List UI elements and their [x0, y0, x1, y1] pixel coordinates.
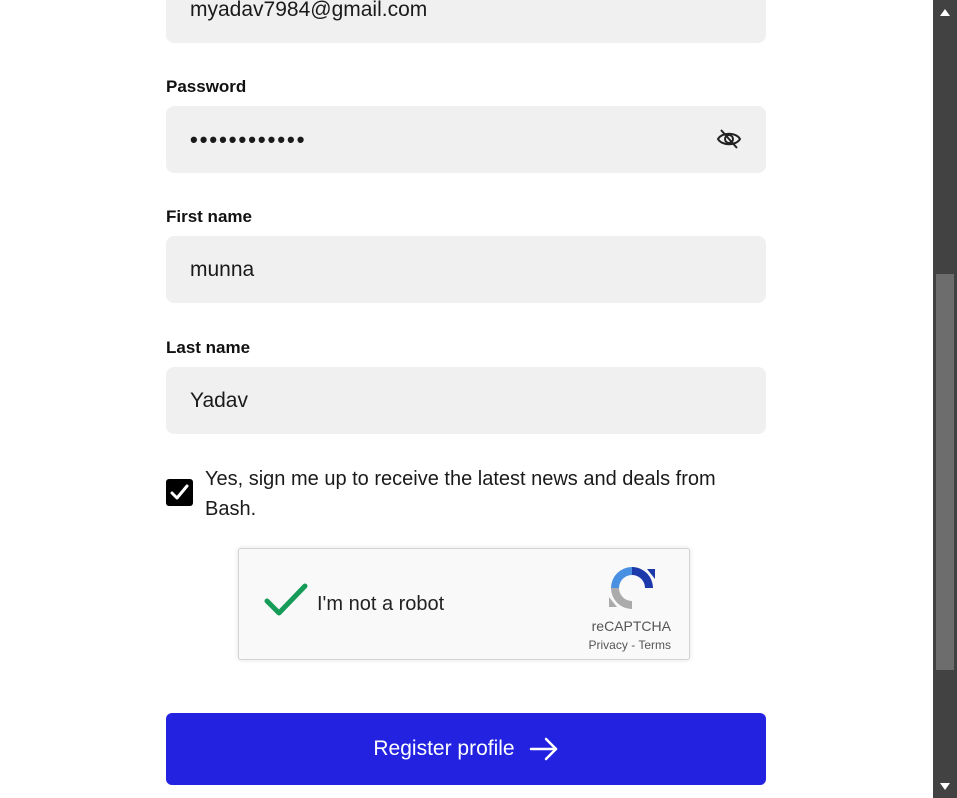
recaptcha-brand: reCAPTCHA [591, 618, 671, 634]
eye-off-icon[interactable] [716, 126, 742, 152]
email-value: myadav7984@gmail.com [190, 0, 428, 21]
newsletter-row: Yes, sign me up to receive the latest ne… [166, 464, 766, 524]
scroll-up-icon[interactable] [933, 4, 957, 20]
page: myadav7984@gmail.com Password ••••••••••… [0, 0, 957, 798]
recaptcha-widget[interactable]: I'm not a robot reCAPTCHA Privacy - Term… [238, 548, 690, 660]
recaptcha-terms-link[interactable]: Terms [638, 638, 671, 652]
newsletter-label: Yes, sign me up to receive the latest ne… [205, 468, 716, 520]
register-profile-button[interactable]: Register profile [166, 713, 766, 785]
scroll-down-icon[interactable] [933, 778, 957, 794]
recaptcha-links: Privacy - Terms [589, 638, 671, 652]
register-profile-label: Register profile [373, 737, 515, 760]
password-field[interactable]: •••••••••••• [166, 106, 766, 173]
checkmark-icon [170, 484, 189, 500]
recaptcha-privacy-link[interactable]: Privacy [589, 638, 628, 652]
email-field[interactable]: myadav7984@gmail.com [166, 0, 766, 43]
first-name-field[interactable]: munna [166, 236, 766, 303]
recaptcha-check-icon[interactable] [263, 583, 309, 619]
newsletter-checkbox[interactable] [166, 479, 193, 506]
password-value: •••••••••••• [190, 126, 307, 152]
last-name-field[interactable]: Yadav [166, 367, 766, 434]
recaptcha-label: I'm not a robot [317, 593, 445, 615]
first-name-value: munna [190, 257, 255, 281]
last-name-label: Last name [166, 338, 251, 357]
arrow-right-icon [529, 737, 557, 761]
recaptcha-separator: - [631, 638, 636, 652]
recaptcha-logo-icon [609, 567, 655, 609]
password-label: Password [166, 77, 247, 96]
last-name-value: Yadav [190, 388, 248, 412]
scrollbar[interactable] [933, 0, 957, 798]
first-name-label: First name [166, 207, 252, 226]
scrollbar-thumb[interactable] [936, 274, 954, 670]
